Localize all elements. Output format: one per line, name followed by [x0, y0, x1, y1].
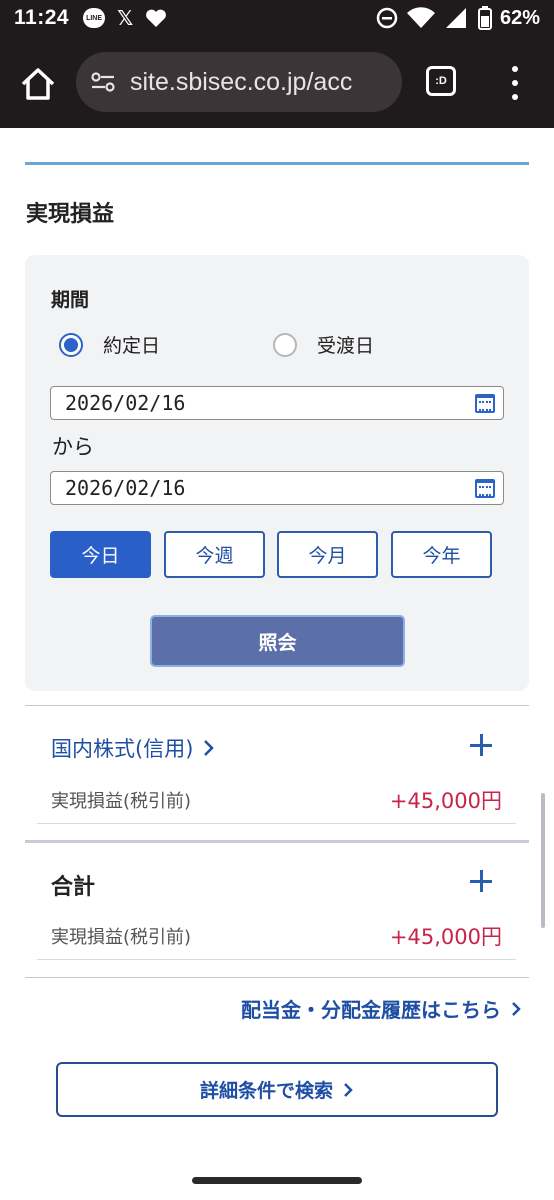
radio-contract-label: 約定日: [103, 335, 161, 357]
heart-icon: [146, 9, 167, 27]
dividend-history-label: 配当金・分配金履歴はこちら: [241, 998, 501, 1022]
url-text: site.sbisec.co.jp/acc: [130, 67, 353, 96]
page-title: 実現損益: [26, 202, 115, 227]
date-to-input[interactable]: 2026/02/16: [50, 471, 504, 505]
home-indicator[interactable]: [192, 1177, 362, 1184]
section-divider: [25, 162, 529, 165]
chevron-right-icon: [512, 1001, 521, 1016]
this-month-button[interactable]: 今月: [277, 531, 378, 578]
divider: [37, 959, 516, 960]
home-icon[interactable]: [18, 64, 58, 104]
today-button[interactable]: 今日: [50, 531, 151, 578]
notification-icons: LINE 𝕏: [83, 6, 167, 30]
realized-pl-value: +45,000円: [389, 789, 502, 813]
radio-selected-icon[interactable]: [59, 332, 83, 357]
date-to-value: 2026/02/16: [65, 476, 186, 500]
address-bar[interactable]: site.sbisec.co.jp/acc: [76, 52, 402, 112]
detail-search-label: 詳細条件で検索: [199, 1081, 333, 1102]
expand-plus-icon[interactable]: [470, 734, 492, 756]
signal-icon: [445, 8, 466, 28]
dnd-icon: [376, 7, 398, 29]
divider: [25, 840, 529, 843]
filter-panel: 期間 約定日 受渡日 2026/02/16 から 2026/02/16 今日 今…: [25, 255, 529, 691]
expand-plus-icon[interactable]: [470, 870, 492, 892]
divider: [37, 823, 516, 824]
wifi-icon: [406, 7, 435, 28]
tabs-button[interactable]: :D: [426, 66, 456, 96]
section-domestic-margin-title: 国内株式(信用): [51, 737, 194, 761]
section-domestic-margin-link[interactable]: 国内株式(信用): [51, 733, 215, 763]
radio-delivery-date[interactable]: 受渡日: [273, 331, 374, 358]
status-right: 62%: [376, 6, 540, 30]
site-settings-icon[interactable]: [90, 71, 116, 93]
chevron-right-icon: [204, 740, 215, 756]
chevron-right-icon: [344, 1082, 353, 1097]
radio-unselected-icon[interactable]: [273, 332, 297, 357]
status-bar: 11:24 LINE 𝕏 62%: [0, 0, 554, 36]
this-week-button[interactable]: 今週: [164, 531, 265, 578]
status-time: 11:24: [14, 6, 70, 29]
search-button[interactable]: 照会: [150, 615, 405, 667]
section-total-title: 合計: [51, 875, 96, 900]
battery-icon: [477, 6, 492, 30]
detail-search-button[interactable]: 詳細条件で検索: [56, 1062, 498, 1117]
overflow-menu-icon[interactable]: [508, 66, 522, 100]
browser-toolbar: site.sbisec.co.jp/acc :D: [0, 36, 554, 128]
divider: [25, 977, 529, 978]
date-from-value: 2026/02/16: [65, 391, 186, 415]
realized-pl-label: 実現損益(税引前): [51, 791, 192, 812]
radio-delivery-label: 受渡日: [317, 335, 375, 357]
divider: [25, 705, 529, 706]
realized-pl-value: +45,000円: [389, 925, 502, 949]
line-icon: LINE: [83, 8, 106, 28]
this-year-button[interactable]: 今年: [391, 531, 492, 578]
dividend-history-link[interactable]: 配当金・分配金履歴はこちら: [241, 994, 522, 1023]
scrollbar[interactable]: [541, 793, 545, 928]
period-label: 期間: [51, 289, 90, 311]
from-label: から: [52, 435, 94, 459]
realized-pl-label: 実現損益(税引前): [51, 927, 192, 948]
calendar-icon[interactable]: [475, 394, 495, 413]
x-icon: 𝕏: [117, 6, 134, 30]
calendar-icon[interactable]: [475, 479, 495, 498]
radio-contract-date[interactable]: 約定日: [59, 331, 160, 358]
date-from-input[interactable]: 2026/02/16: [50, 386, 504, 420]
battery-percent: 62%: [499, 6, 540, 29]
